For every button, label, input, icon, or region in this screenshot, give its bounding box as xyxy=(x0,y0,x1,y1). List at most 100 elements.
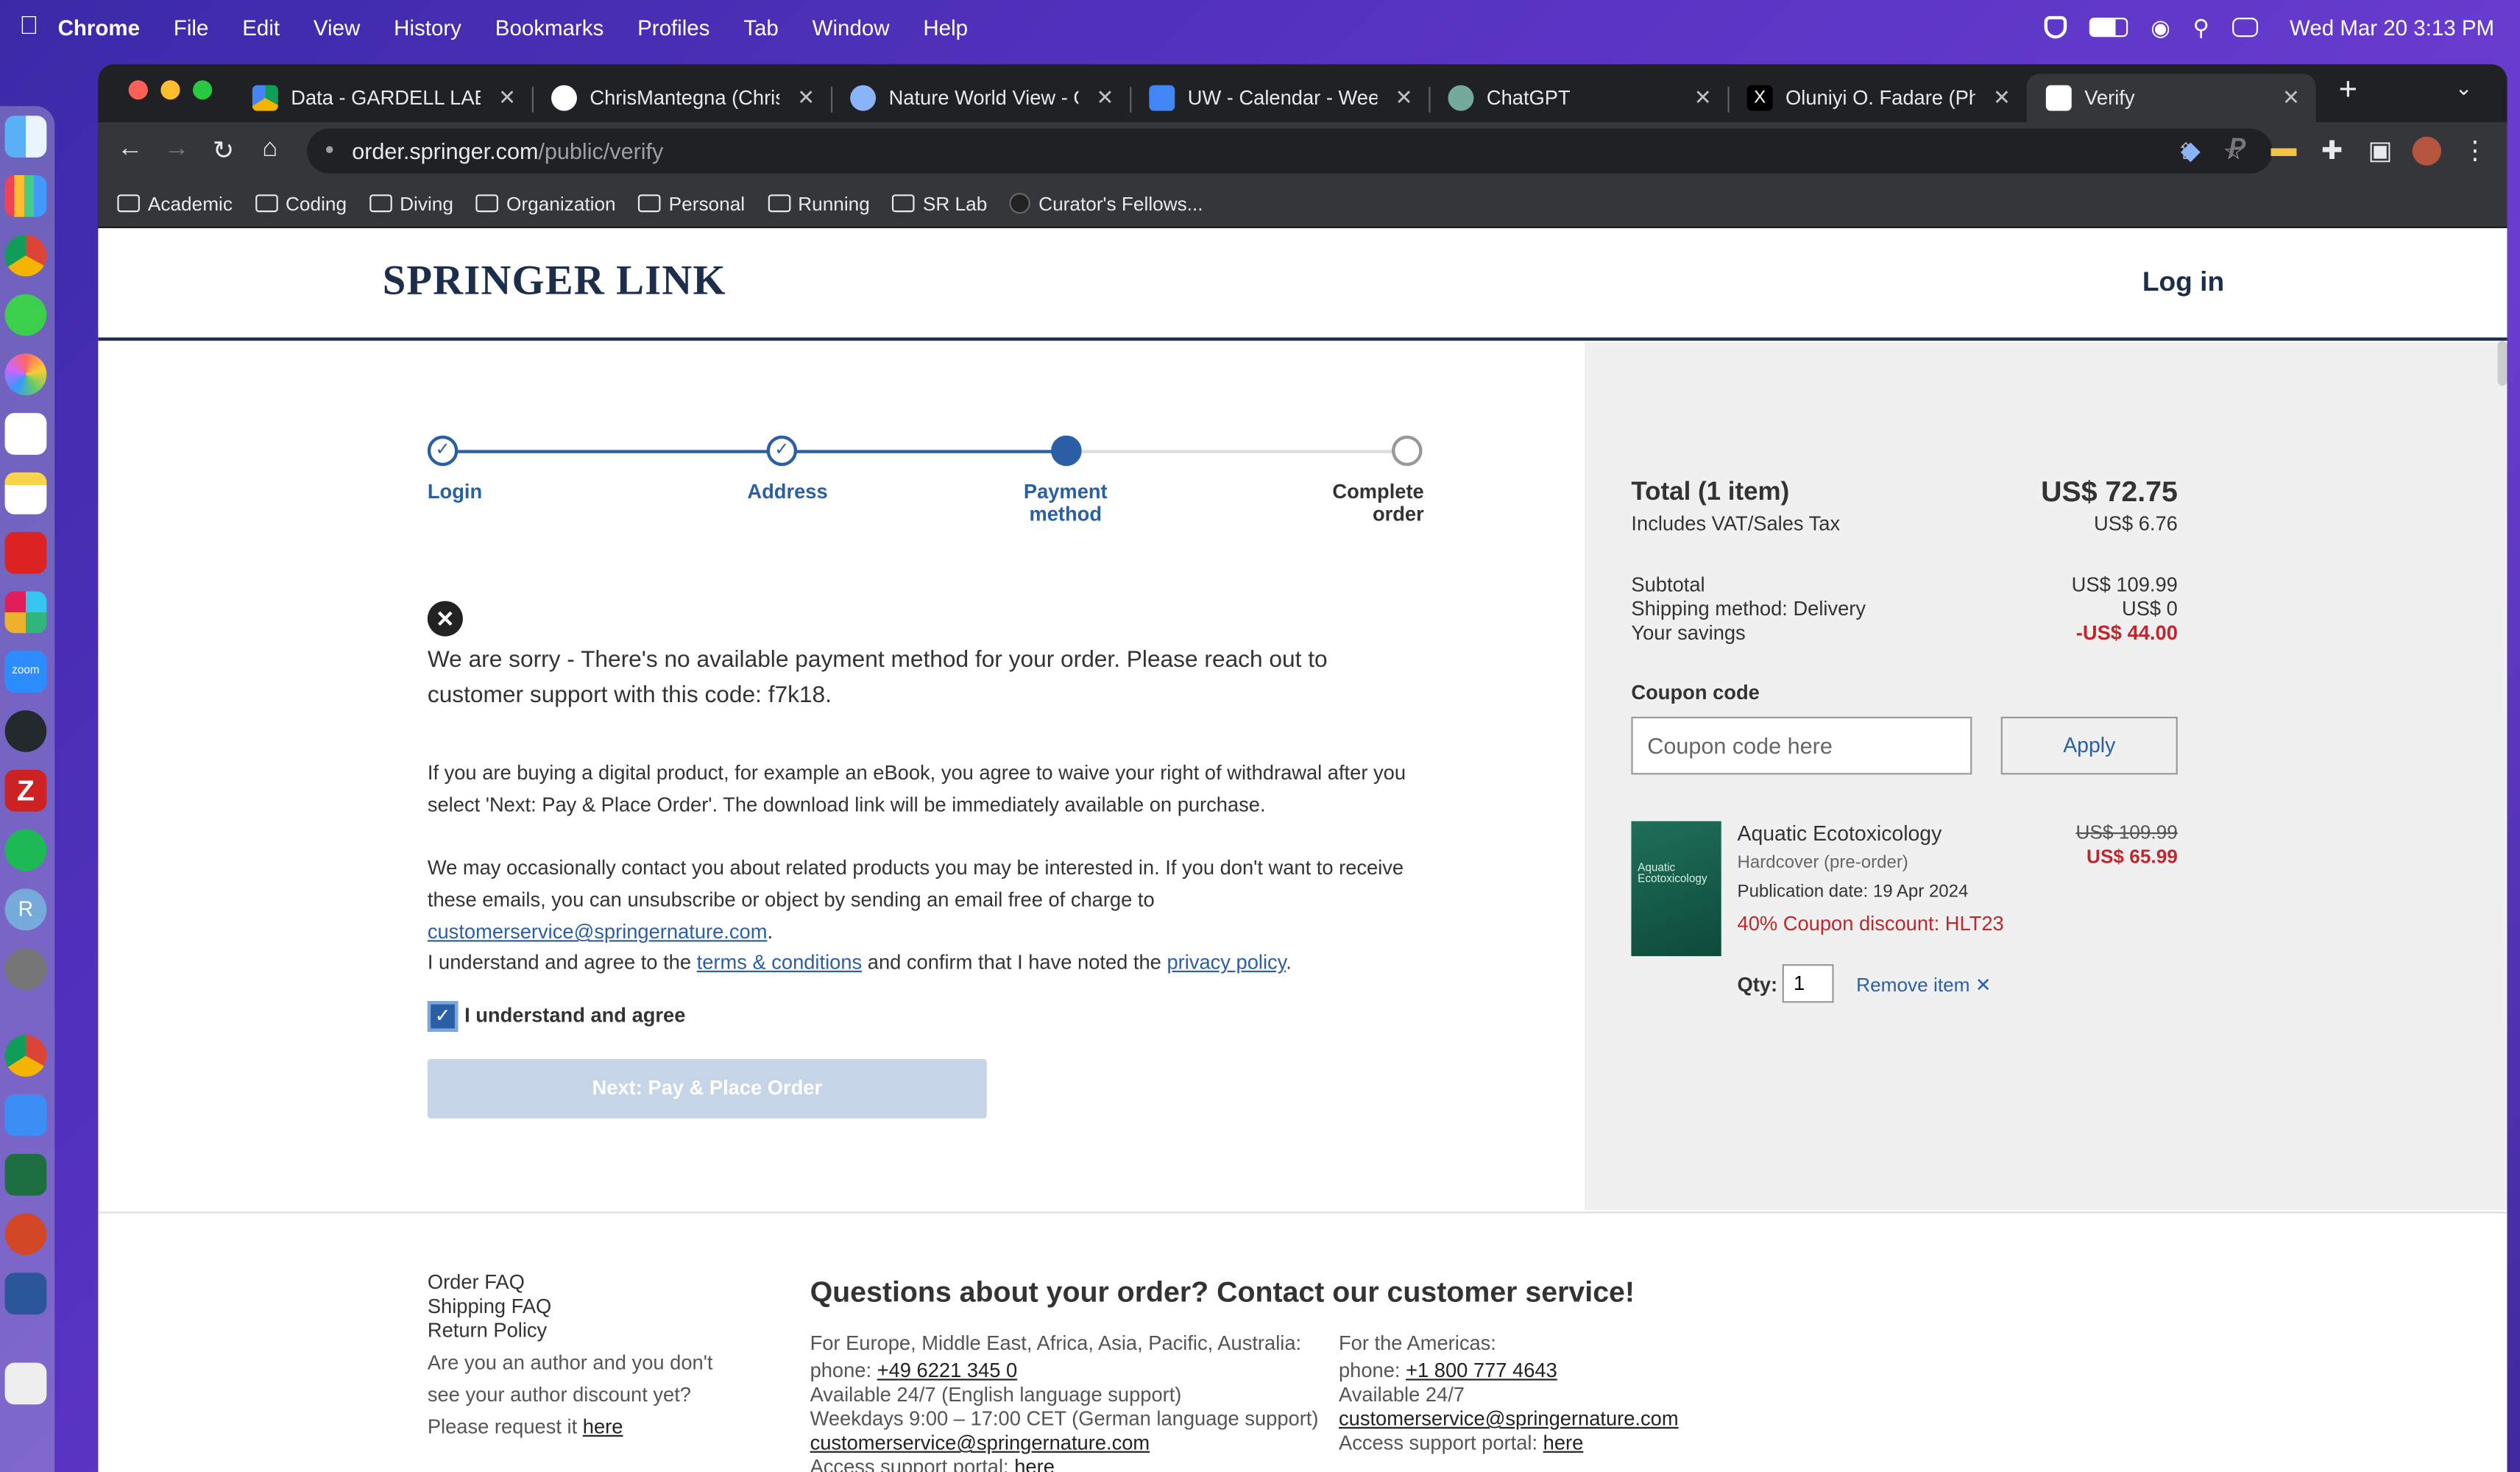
bookmark-organization[interactable]: Organization xyxy=(475,192,616,214)
bookmark-curators[interactable]: Curator's Fellows... xyxy=(1009,192,1203,214)
tab-search-chevron-icon[interactable]: ⌄ xyxy=(2448,76,2480,102)
close-tab-icon[interactable]: ✕ xyxy=(1993,85,2011,111)
bookmark-personal[interactable]: Personal xyxy=(638,192,745,214)
address-bar[interactable]: ● order.springer.com/public/verify ⇪ ☆ xyxy=(307,128,2273,174)
battery-icon[interactable] xyxy=(2089,18,2128,38)
menu-clock[interactable]: Wed Mar 20 3:13 PM xyxy=(2290,15,2494,40)
us-phone-link[interactable]: +1 800 777 4643 xyxy=(1406,1359,1557,1382)
tab-nature[interactable]: Nature World View - Go ✕ xyxy=(831,74,1130,122)
spotlight-search-icon[interactable]: ⚲ xyxy=(2192,14,2209,41)
menu-edit[interactable]: Edit xyxy=(242,15,280,40)
page-scrollbar[interactable] xyxy=(2497,340,2507,386)
finder-icon[interactable] xyxy=(4,116,47,158)
us-portal-link[interactable]: here xyxy=(1543,1432,1584,1454)
extension-vpn-icon[interactable]: ◆ xyxy=(2175,135,2207,167)
launchpad-icon[interactable] xyxy=(4,174,47,217)
close-tab-icon[interactable]: ✕ xyxy=(1395,85,1413,111)
profile-avatar[interactable] xyxy=(2412,136,2441,166)
side-panel-icon[interactable]: ▣ xyxy=(2364,135,2396,167)
tab-gardell[interactable]: Data - GARDELL LAB - G ✕ xyxy=(233,74,532,122)
next-pay-place-order-button[interactable]: Next: Pay & Place Order xyxy=(427,1058,987,1119)
minimize-window-button[interactable] xyxy=(160,80,180,100)
bookmark-sr-lab[interactable]: SR Lab xyxy=(892,192,987,214)
menu-tab[interactable]: Tab xyxy=(743,15,779,40)
control-center-icon[interactable] xyxy=(2231,18,2258,38)
github-icon[interactable] xyxy=(4,710,47,752)
wifi-icon[interactable]: ◉ xyxy=(2151,14,2170,41)
mail-icon[interactable] xyxy=(4,1094,47,1136)
menu-file[interactable]: File xyxy=(174,15,209,40)
extensions-puzzle-icon[interactable]: ✚ xyxy=(2316,135,2349,167)
close-tab-icon[interactable]: ✕ xyxy=(2282,85,2300,111)
chrome-icon[interactable] xyxy=(4,234,47,277)
zoom-icon[interactable]: zoom xyxy=(4,651,47,693)
close-tab-icon[interactable]: ✕ xyxy=(1694,85,1712,111)
vpn-shield-icon[interactable] xyxy=(2045,15,2067,39)
slack-icon[interactable] xyxy=(4,591,47,634)
contact-email-link[interactable]: customerservice@springernature.com xyxy=(428,921,768,944)
photos-icon[interactable] xyxy=(4,353,47,396)
privacy-policy-link[interactable]: privacy policy xyxy=(1167,952,1286,974)
messages-icon[interactable] xyxy=(4,294,47,336)
bookmark-coding[interactable]: Coding xyxy=(255,192,347,214)
chrome-menu-icon[interactable]: ⋮ xyxy=(2459,135,2491,167)
reminders-icon[interactable] xyxy=(4,413,47,455)
close-tab-icon[interactable]: ✕ xyxy=(1096,85,1114,111)
extension-folder-icon[interactable]: ▬ xyxy=(2268,135,2300,163)
menu-view[interactable]: View xyxy=(314,15,360,40)
bookmark-diving[interactable]: Diving xyxy=(369,192,453,214)
notes-icon[interactable] xyxy=(4,472,47,514)
new-tab-icon[interactable]: + xyxy=(2332,72,2365,109)
agree-checkbox[interactable]: ✓ xyxy=(427,1001,459,1032)
bookmark-running[interactable]: Running xyxy=(767,192,870,214)
menu-help[interactable]: Help xyxy=(923,15,968,40)
reload-icon[interactable]: ↻ xyxy=(208,135,240,167)
author-discount-link[interactable]: here xyxy=(583,1416,623,1439)
settings-icon[interactable] xyxy=(4,948,47,990)
eu-phone-link[interactable]: +49 6221 345 0 xyxy=(877,1359,1018,1382)
return-policy-link[interactable]: Return Policy xyxy=(428,1320,547,1344)
order-faq-link[interactable]: Order FAQ xyxy=(428,1271,525,1295)
springer-link-logo[interactable]: SPRINGER LINK xyxy=(383,257,726,305)
qty-input[interactable]: 1 xyxy=(1782,964,1834,1003)
tab-github[interactable]: ChrisMantegna (Chris M ✕ xyxy=(532,74,831,122)
coupon-input[interactable]: Coupon code here xyxy=(1631,716,1972,775)
eu-email-link[interactable]: customerservice@springernature.com xyxy=(810,1432,1150,1454)
bookmark-academic[interactable]: Academic xyxy=(117,192,233,214)
eu-portal-link[interactable]: here xyxy=(1014,1456,1055,1472)
home-icon[interactable]: ⌂ xyxy=(254,135,286,163)
shipping-faq-link[interactable]: Shipping FAQ xyxy=(428,1295,551,1320)
site-info-icon[interactable]: ● xyxy=(325,129,334,174)
tab-verify[interactable]: Verify ✕ xyxy=(2026,74,2316,122)
extension-paypal-icon[interactable]: P xyxy=(2221,135,2254,163)
document-icon[interactable] xyxy=(4,1362,47,1405)
item-title[interactable]: Aquatic Ecotoxicology xyxy=(1738,821,1942,846)
tab-calendar[interactable]: UW - Calendar - Week o ✕ xyxy=(1130,74,1429,122)
menu-app-name[interactable]: Chrome xyxy=(58,15,140,40)
powerpoint-icon[interactable] xyxy=(4,1213,47,1256)
apply-coupon-button[interactable]: Apply xyxy=(2000,716,2178,775)
word-icon[interactable] xyxy=(4,1273,47,1315)
tab-chatgpt[interactable]: ChatGPT ✕ xyxy=(1429,74,1727,122)
menu-profiles[interactable]: Profiles xyxy=(637,15,709,40)
menu-window[interactable]: Window xyxy=(813,15,890,40)
zotero-icon[interactable]: Z xyxy=(4,769,47,812)
terms-link[interactable]: terms & conditions xyxy=(697,952,863,974)
zoom-window-button[interactable] xyxy=(193,80,213,100)
forward-icon[interactable]: → xyxy=(160,135,193,163)
close-window-button[interactable] xyxy=(128,80,148,100)
us-email-link[interactable]: customerservice@springernature.com xyxy=(1339,1408,1679,1431)
security-app-icon[interactable] xyxy=(4,531,47,574)
rstudio-icon[interactable]: R xyxy=(4,888,47,931)
chrome-alt-icon[interactable] xyxy=(4,1035,47,1077)
menu-bookmarks[interactable]: Bookmarks xyxy=(495,15,604,40)
apple-icon[interactable]:  xyxy=(0,13,58,41)
close-tab-icon[interactable]: ✕ xyxy=(498,85,516,111)
menu-history[interactable]: History xyxy=(394,15,461,40)
login-link[interactable]: Log in xyxy=(2142,266,2224,299)
remove-item-link[interactable]: Remove item ✕ xyxy=(1856,974,1992,997)
back-icon[interactable]: ← xyxy=(114,135,146,163)
excel-icon[interactable] xyxy=(4,1153,47,1196)
close-tab-icon[interactable]: ✕ xyxy=(797,85,815,111)
tab-x-profile[interactable]: X Oluniyi O. Fadare (Ph.D ✕ xyxy=(1727,74,2026,122)
